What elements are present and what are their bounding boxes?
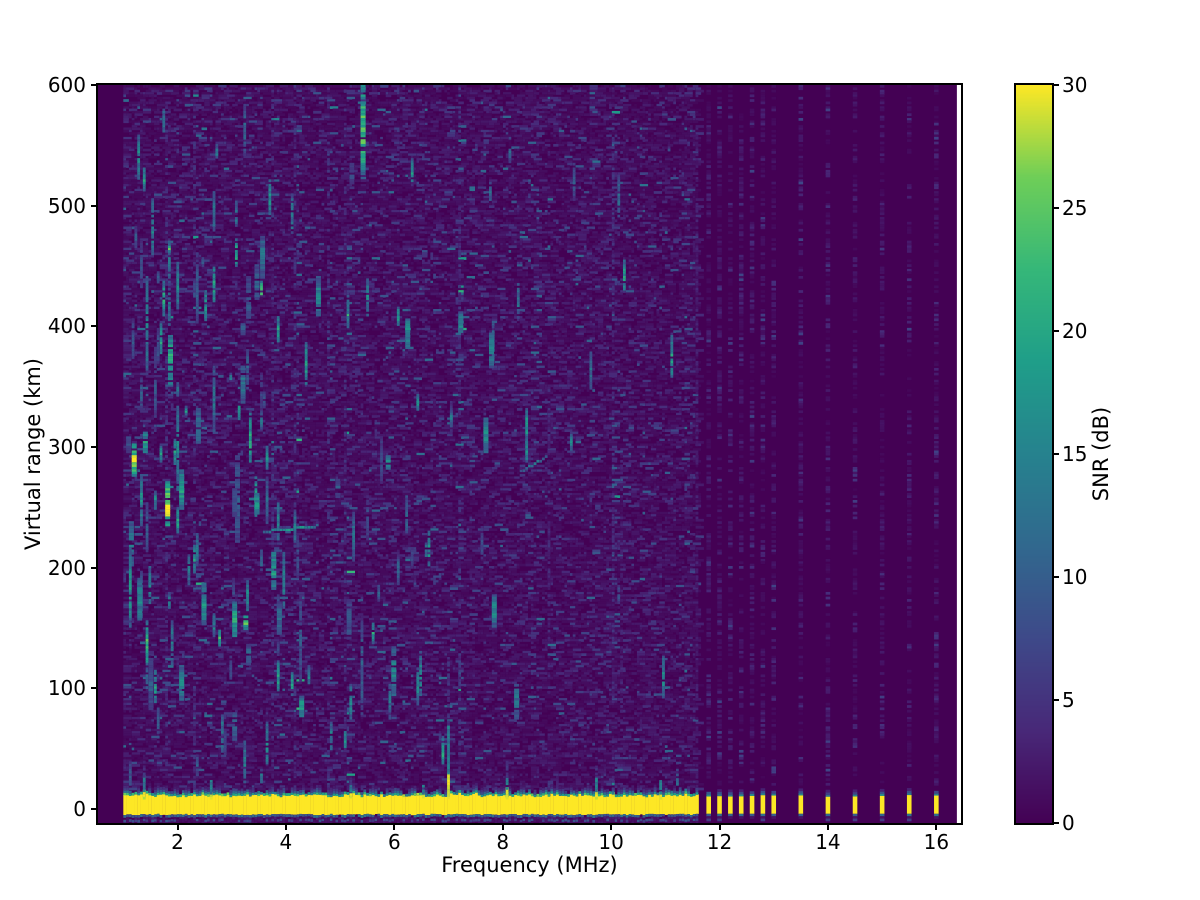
x-tick-label: 2 [148, 829, 208, 855]
y-tick-label: 100 [30, 675, 86, 701]
colorbar-tick-label: 30 [1062, 72, 1112, 98]
colorbar [1014, 83, 1054, 825]
colorbar-tick-mark [1054, 699, 1059, 701]
colorbar-tick-label: 15 [1062, 441, 1112, 467]
y-tick-mark [91, 84, 96, 86]
x-tick-label: 8 [473, 829, 533, 855]
colorbar-tick-label: 25 [1062, 195, 1112, 221]
y-tick-mark [91, 808, 96, 810]
colorbar-tick-label: 5 [1062, 687, 1112, 713]
x-tick-label: 4 [256, 829, 316, 855]
colorbar-tick-label: 0 [1062, 810, 1112, 836]
y-tick-label: 500 [30, 193, 86, 219]
colorbar-tick-mark [1054, 576, 1059, 578]
ionogram-heatmap [98, 85, 961, 823]
colorbar-tick-label: 10 [1062, 564, 1112, 590]
x-tick-label: 10 [581, 829, 641, 855]
x-axis-label: Frequency (MHz) [98, 853, 961, 877]
y-tick-mark [91, 446, 96, 448]
plot-area [96, 83, 963, 825]
x-tick-label: 14 [798, 829, 858, 855]
x-tick-label: 12 [690, 829, 750, 855]
y-tick-label: 400 [30, 313, 86, 339]
colorbar-tick-mark [1054, 84, 1059, 86]
colorbar-gradient [1016, 85, 1052, 823]
y-tick-label: 0 [30, 796, 86, 822]
x-tick-label: 6 [364, 829, 424, 855]
colorbar-tick-mark [1054, 453, 1059, 455]
colorbar-tick-mark [1054, 822, 1059, 824]
y-tick-mark [91, 567, 96, 569]
y-tick-mark [91, 205, 96, 207]
colorbar-tick-mark [1054, 330, 1059, 332]
colorbar-tick-mark [1054, 207, 1059, 209]
y-tick-mark [91, 325, 96, 327]
x-tick-label: 16 [906, 829, 966, 855]
colorbar-tick-label: 20 [1062, 318, 1112, 344]
y-tick-label: 600 [30, 72, 86, 98]
y-tick-label: 300 [30, 434, 86, 460]
ionogram-figure: IRF Uppsala SDR Ionosonde UP158 2025-10-… [0, 0, 1200, 900]
y-tick-label: 200 [30, 555, 86, 581]
y-tick-mark [91, 687, 96, 689]
